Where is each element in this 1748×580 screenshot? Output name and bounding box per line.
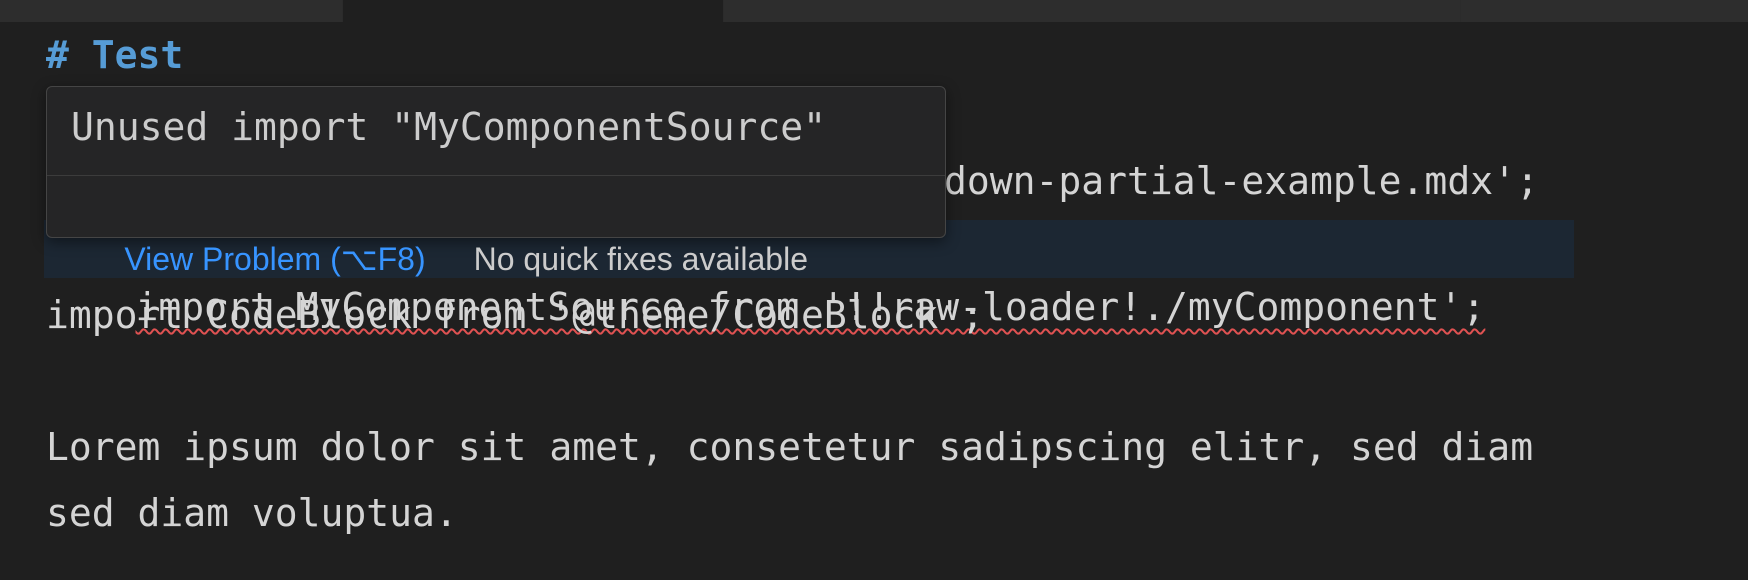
tab-4[interactable]	[1461, 0, 1748, 22]
problem-message: Unused import "MyComponentSource"	[71, 105, 826, 149]
no-quick-fixes-label: No quick fixes available	[473, 241, 808, 277]
tab-1[interactable]	[0, 0, 342, 22]
tab-active[interactable]	[343, 0, 723, 22]
code-editor[interactable]: # Test down-partial-example.mdx'; import…	[0, 22, 1748, 580]
lorem-line-1: Lorem ipsum dolor sit amet, consetetur s…	[46, 425, 1534, 469]
view-problem-link[interactable]: View Problem (⌥F8)	[124, 241, 425, 277]
tab-3[interactable]	[724, 0, 1460, 22]
problem-hover: Unused import "MyComponentSource" View P…	[46, 86, 946, 277]
hover-divider	[47, 175, 945, 176]
tab-bar	[0, 0, 1748, 22]
heading-line: # Test	[46, 33, 184, 77]
partial-import-line: down-partial-example.mdx';	[944, 159, 1539, 203]
codeblock-import-line: import CodeBlock from '@theme/CodeBlock'…	[46, 293, 984, 337]
hover-actions: View Problem (⌥F8) No quick fixes availab…	[71, 187, 808, 277]
lorem-line-2: sed diam voluptua.	[46, 491, 458, 535]
